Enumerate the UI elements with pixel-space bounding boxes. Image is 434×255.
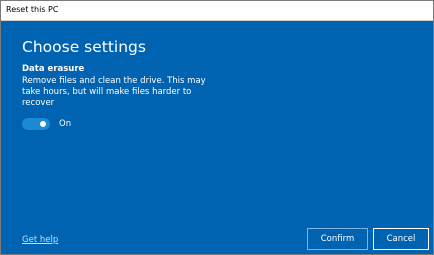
window-title: Reset this PC bbox=[6, 5, 59, 14]
data-erasure-toggle-row[interactable]: On bbox=[22, 118, 71, 130]
confirm-button[interactable]: Confirm bbox=[307, 228, 368, 250]
get-help-link[interactable]: Get help bbox=[22, 234, 58, 246]
toggle-state-label: On bbox=[59, 119, 72, 129]
page-title: Choose settings bbox=[22, 38, 146, 56]
settings-panel: Choose settings Data erasure Remove file… bbox=[1, 21, 433, 254]
section-description: Remove files and clean the drive. This m… bbox=[22, 76, 206, 108]
reset-pc-window: Reset this PC Choose settings Data erasu… bbox=[0, 0, 434, 255]
data-erasure-toggle[interactable] bbox=[22, 118, 50, 130]
toggle-knob bbox=[40, 121, 46, 127]
cancel-button[interactable]: Cancel bbox=[373, 228, 429, 250]
title-bar: Reset this PC bbox=[1, 1, 433, 21]
section-title: Data erasure bbox=[22, 64, 85, 74]
